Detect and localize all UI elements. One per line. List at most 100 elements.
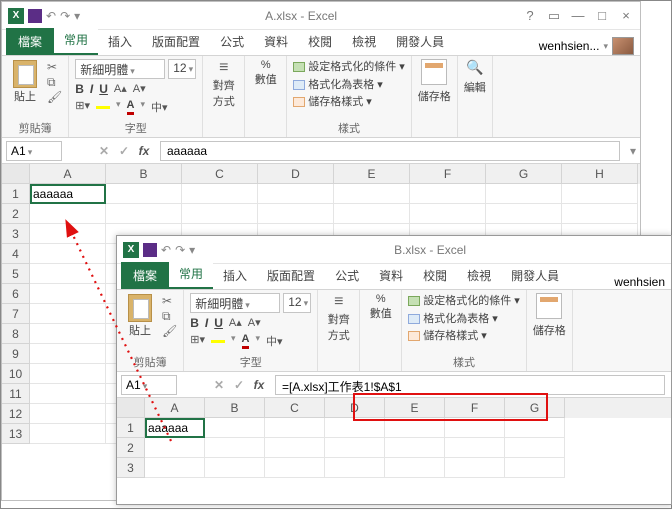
- row-header[interactable]: 7: [2, 304, 30, 324]
- cell[interactable]: [410, 184, 486, 204]
- cell[interactable]: [182, 204, 258, 224]
- undo-icon[interactable]: ↶: [46, 9, 56, 23]
- col-header[interactable]: D: [258, 164, 334, 184]
- cell[interactable]: [505, 418, 565, 438]
- font-color-icon[interactable]: A: [242, 333, 250, 349]
- tab-developer[interactable]: 開發人員: [386, 28, 454, 55]
- phonetic-icon[interactable]: 中▾: [266, 333, 283, 349]
- formula-expand-icon[interactable]: ▾: [626, 144, 640, 158]
- cell-A1[interactable]: aaaaaa: [30, 184, 106, 204]
- cells-icon[interactable]: [421, 59, 447, 85]
- cell[interactable]: [30, 224, 106, 244]
- tab-review[interactable]: 校閱: [298, 28, 342, 55]
- cell[interactable]: [505, 458, 565, 478]
- cell[interactable]: [30, 384, 106, 404]
- cell[interactable]: [30, 304, 106, 324]
- cell[interactable]: [182, 184, 258, 204]
- tab-file[interactable]: 檔案: [121, 262, 169, 289]
- tab-file[interactable]: 檔案: [6, 28, 54, 55]
- close-icon[interactable]: ×: [618, 8, 634, 24]
- enter-formula-icon[interactable]: ✓: [114, 144, 134, 158]
- col-header[interactable]: A: [30, 164, 106, 184]
- font-name-combo[interactable]: 新細明體: [190, 293, 280, 313]
- row-header[interactable]: 10: [2, 364, 30, 384]
- fx-icon[interactable]: fx: [134, 144, 154, 158]
- row-header[interactable]: 3: [2, 224, 30, 244]
- cut-icon[interactable]: ✂: [47, 61, 62, 73]
- phonetic-icon[interactable]: 中▾: [151, 99, 168, 115]
- font-shrink-icon[interactable]: A▾: [133, 82, 146, 96]
- col-header[interactable]: E: [385, 398, 445, 418]
- border-icon[interactable]: ⊞▾: [190, 333, 205, 349]
- tab-data[interactable]: 資料: [369, 262, 413, 289]
- format-as-table-button[interactable]: 格式化為表格 ▾: [293, 77, 405, 95]
- cell[interactable]: [30, 204, 106, 224]
- format-as-table-button[interactable]: 格式化為表格 ▾: [408, 311, 520, 329]
- alignment-label-btn[interactable]: 對齊方式: [324, 311, 353, 343]
- save-icon[interactable]: [143, 243, 157, 257]
- cell[interactable]: [486, 184, 562, 204]
- font-color-icon[interactable]: A: [127, 99, 135, 115]
- user-account[interactable]: wenhsien: [614, 275, 671, 289]
- italic-button[interactable]: I: [90, 82, 93, 96]
- redo-icon[interactable]: ↷: [175, 243, 185, 257]
- cell[interactable]: [486, 204, 562, 224]
- save-icon[interactable]: [28, 9, 42, 23]
- row-header[interactable]: 1: [2, 184, 30, 204]
- row-header[interactable]: 2: [117, 438, 145, 458]
- fill-color-icon[interactable]: [211, 333, 225, 343]
- editing-label-btn[interactable]: 編輯: [464, 79, 486, 95]
- row-header[interactable]: 6: [2, 284, 30, 304]
- font-shrink-icon[interactable]: A▾: [248, 316, 261, 330]
- col-header[interactable]: D: [325, 398, 385, 418]
- cell[interactable]: [445, 418, 505, 438]
- formula-input[interactable]: aaaaaa: [160, 141, 620, 161]
- paste-button[interactable]: 貼上: [8, 59, 42, 105]
- col-header[interactable]: G: [486, 164, 562, 184]
- cell-styles-button[interactable]: 儲存格樣式 ▾: [408, 328, 520, 346]
- tab-view[interactable]: 檢視: [342, 28, 386, 55]
- col-header[interactable]: F: [445, 398, 505, 418]
- row-header[interactable]: 13: [2, 424, 30, 444]
- italic-button[interactable]: I: [205, 316, 208, 330]
- cells-icon[interactable]: [536, 293, 562, 319]
- minimize-icon[interactable]: —: [570, 8, 586, 24]
- find-icon[interactable]: 🔍: [465, 59, 485, 79]
- cell[interactable]: [334, 184, 410, 204]
- tab-data[interactable]: 資料: [254, 28, 298, 55]
- cells-label-btn[interactable]: 儲存格: [533, 322, 566, 338]
- select-all-corner[interactable]: [2, 164, 30, 184]
- cell[interactable]: [205, 418, 265, 438]
- row-header[interactable]: 2: [2, 204, 30, 224]
- cell[interactable]: [30, 264, 106, 284]
- format-painter-icon[interactable]: 🖌: [162, 325, 177, 337]
- cell[interactable]: [258, 204, 334, 224]
- number-icon[interactable]: %: [251, 59, 280, 71]
- fx-icon[interactable]: fx: [249, 378, 269, 392]
- select-all-corner[interactable]: [117, 398, 145, 418]
- tab-developer[interactable]: 開發人員: [501, 262, 569, 289]
- cell[interactable]: [385, 458, 445, 478]
- cell[interactable]: [325, 458, 385, 478]
- cancel-formula-icon[interactable]: ✕: [209, 378, 229, 392]
- row-header[interactable]: 9: [2, 344, 30, 364]
- name-box[interactable]: A1: [6, 141, 62, 161]
- cell[interactable]: [334, 204, 410, 224]
- paste-button[interactable]: 貼上: [123, 293, 157, 339]
- bold-button[interactable]: B: [75, 82, 84, 96]
- tab-review[interactable]: 校閱: [413, 262, 457, 289]
- cell[interactable]: [30, 404, 106, 424]
- cell[interactable]: [410, 204, 486, 224]
- col-header[interactable]: C: [182, 164, 258, 184]
- undo-icon[interactable]: ↶: [161, 243, 171, 257]
- maximize-icon[interactable]: □: [594, 8, 610, 24]
- cells-label-btn[interactable]: 儲存格: [418, 88, 451, 104]
- col-header[interactable]: B: [106, 164, 182, 184]
- cut-icon[interactable]: ✂: [162, 295, 177, 307]
- cell[interactable]: [30, 244, 106, 264]
- row-header[interactable]: 1: [117, 418, 145, 438]
- col-header[interactable]: C: [265, 398, 325, 418]
- row-header[interactable]: 5: [2, 264, 30, 284]
- row-header[interactable]: 11: [2, 384, 30, 404]
- col-header[interactable]: A: [145, 398, 205, 418]
